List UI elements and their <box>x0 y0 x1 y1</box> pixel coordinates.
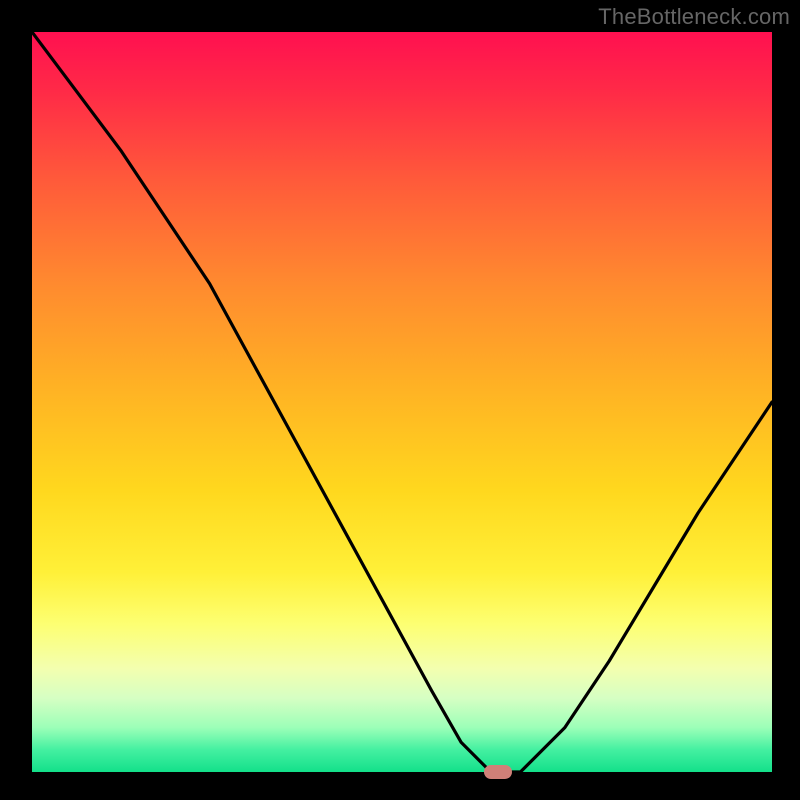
optimal-point-marker <box>484 765 512 779</box>
attribution-text: TheBottleneck.com <box>598 4 790 30</box>
chart-stage: TheBottleneck.com <box>0 0 800 800</box>
plot-area <box>32 32 772 772</box>
bottleneck-gradient-background <box>32 32 772 772</box>
